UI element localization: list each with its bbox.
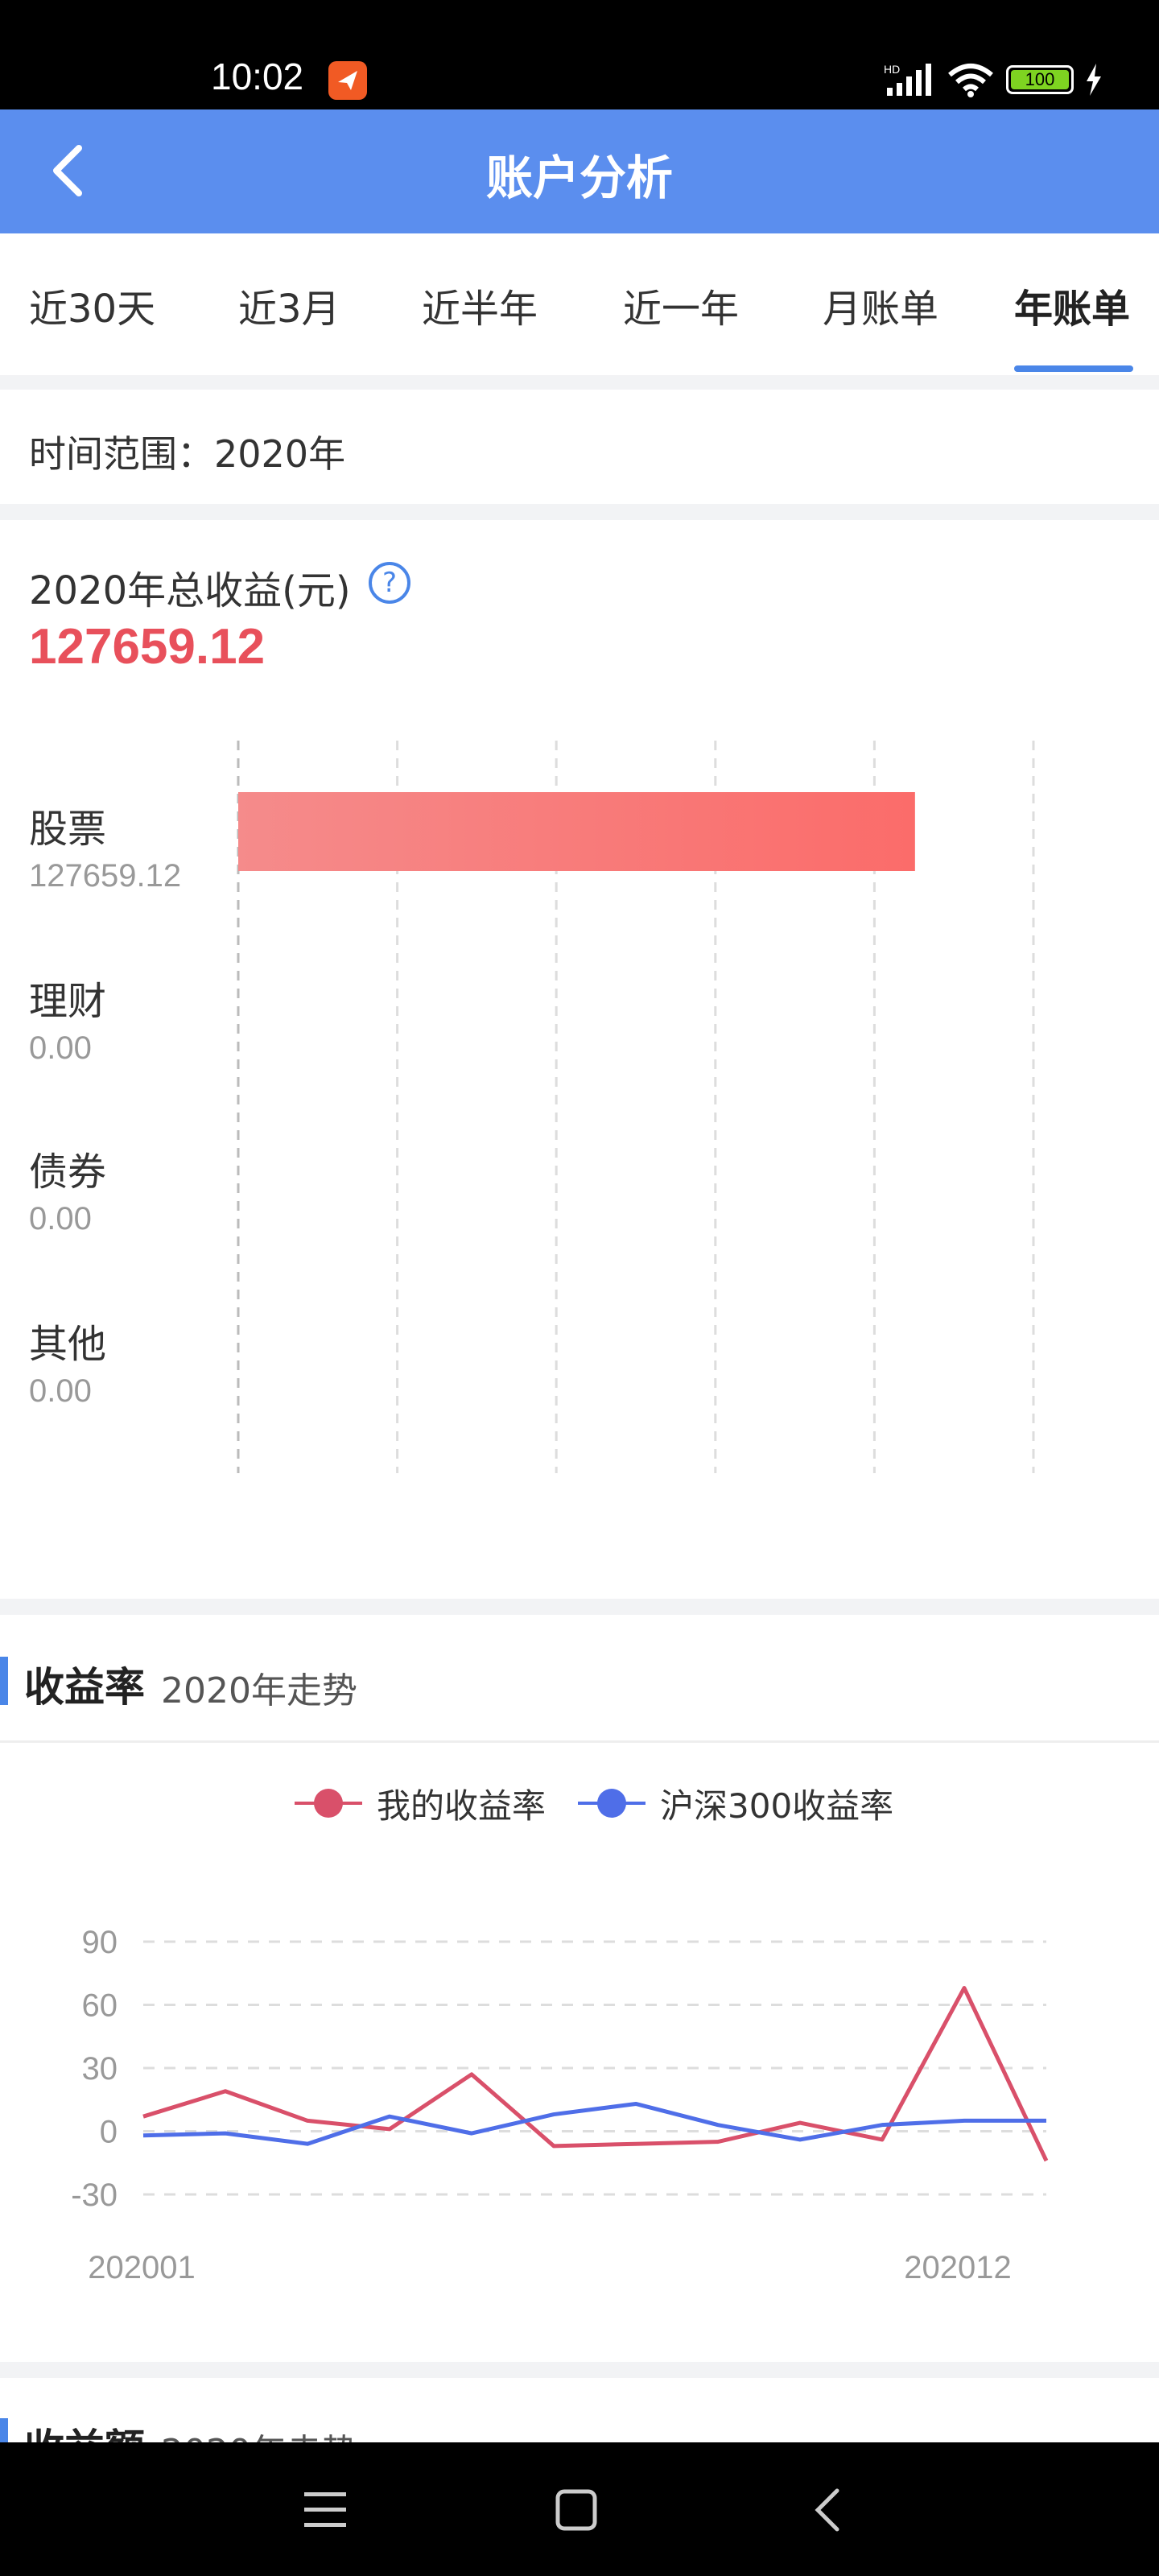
wifi-icon [948, 64, 993, 97]
signal-icon: HD [884, 63, 931, 96]
income-summary-card: 2020年总收益(元) ? 127659.12 股票 127659.12 理财 … [0, 520, 1159, 1599]
app-notification-icon [328, 61, 367, 100]
tab-monthly-bill[interactable]: 月账单 [823, 277, 938, 333]
bar [238, 792, 915, 871]
svg-text:HD: HD [884, 63, 900, 76]
time-range-row: 时间范围：2020年 [0, 390, 1159, 504]
y-tick-label: 60 [82, 1988, 118, 2024]
x-tick-label: 202012 [904, 2250, 1011, 2285]
active-tab-indicator [1014, 365, 1133, 372]
section-accent [0, 2418, 8, 2442]
tab-annual-bill[interactable]: 年账单 [1014, 277, 1130, 333]
back-nav-icon[interactable] [810, 2486, 845, 2534]
time-range-label: 时间范围：2020年 [29, 432, 346, 476]
tab-3-months[interactable]: 近3月 [238, 277, 340, 333]
series-line-1 [142, 1986, 1049, 2162]
charging-icon [1087, 64, 1101, 96]
x-tick-label: 202001 [88, 2250, 195, 2285]
return-rate-line-chart: 90 60 30 0 -30 202001 202012 [71, 1925, 1049, 2285]
menu-icon[interactable] [301, 2487, 349, 2533]
y-tick-label: 90 [82, 1925, 118, 1960]
period-tabs: 近30天 近3月 近半年 近一年 月账单 年账单 [0, 233, 1159, 375]
system-navigation-bar [0, 2442, 1159, 2576]
y-tick-label: 0 [100, 2115, 118, 2150]
income-amount-section: 收益额 2020年走势 [0, 2378, 1159, 2442]
y-tick-label: -30 [71, 2178, 118, 2213]
tab-30-days[interactable]: 近30天 [29, 277, 155, 333]
battery-icon: 100 [1006, 65, 1074, 94]
battery-level: 100 [1025, 69, 1055, 89]
status-time: 10:02 [211, 56, 304, 97]
page-title: 账户分析 [485, 151, 673, 205]
header: 账户分析 [0, 109, 1159, 233]
section-title: 收益额 [24, 2417, 145, 2442]
return-rate-section: 收益率 2020年走势 我的收益率 沪深300收益率 90 60 30 0 -30 202… [0, 1615, 1159, 2362]
home-icon[interactable] [554, 2487, 599, 2533]
status-bar: 10:02 HD 100 [0, 0, 1159, 109]
income-bar-chart [237, 741, 1035, 1473]
tab-one-year[interactable]: 近一年 [623, 277, 739, 333]
section-subtitle: 2020年走势 [161, 2423, 357, 2442]
tab-half-year[interactable]: 近半年 [422, 277, 538, 333]
y-tick-label: 30 [82, 2051, 118, 2087]
